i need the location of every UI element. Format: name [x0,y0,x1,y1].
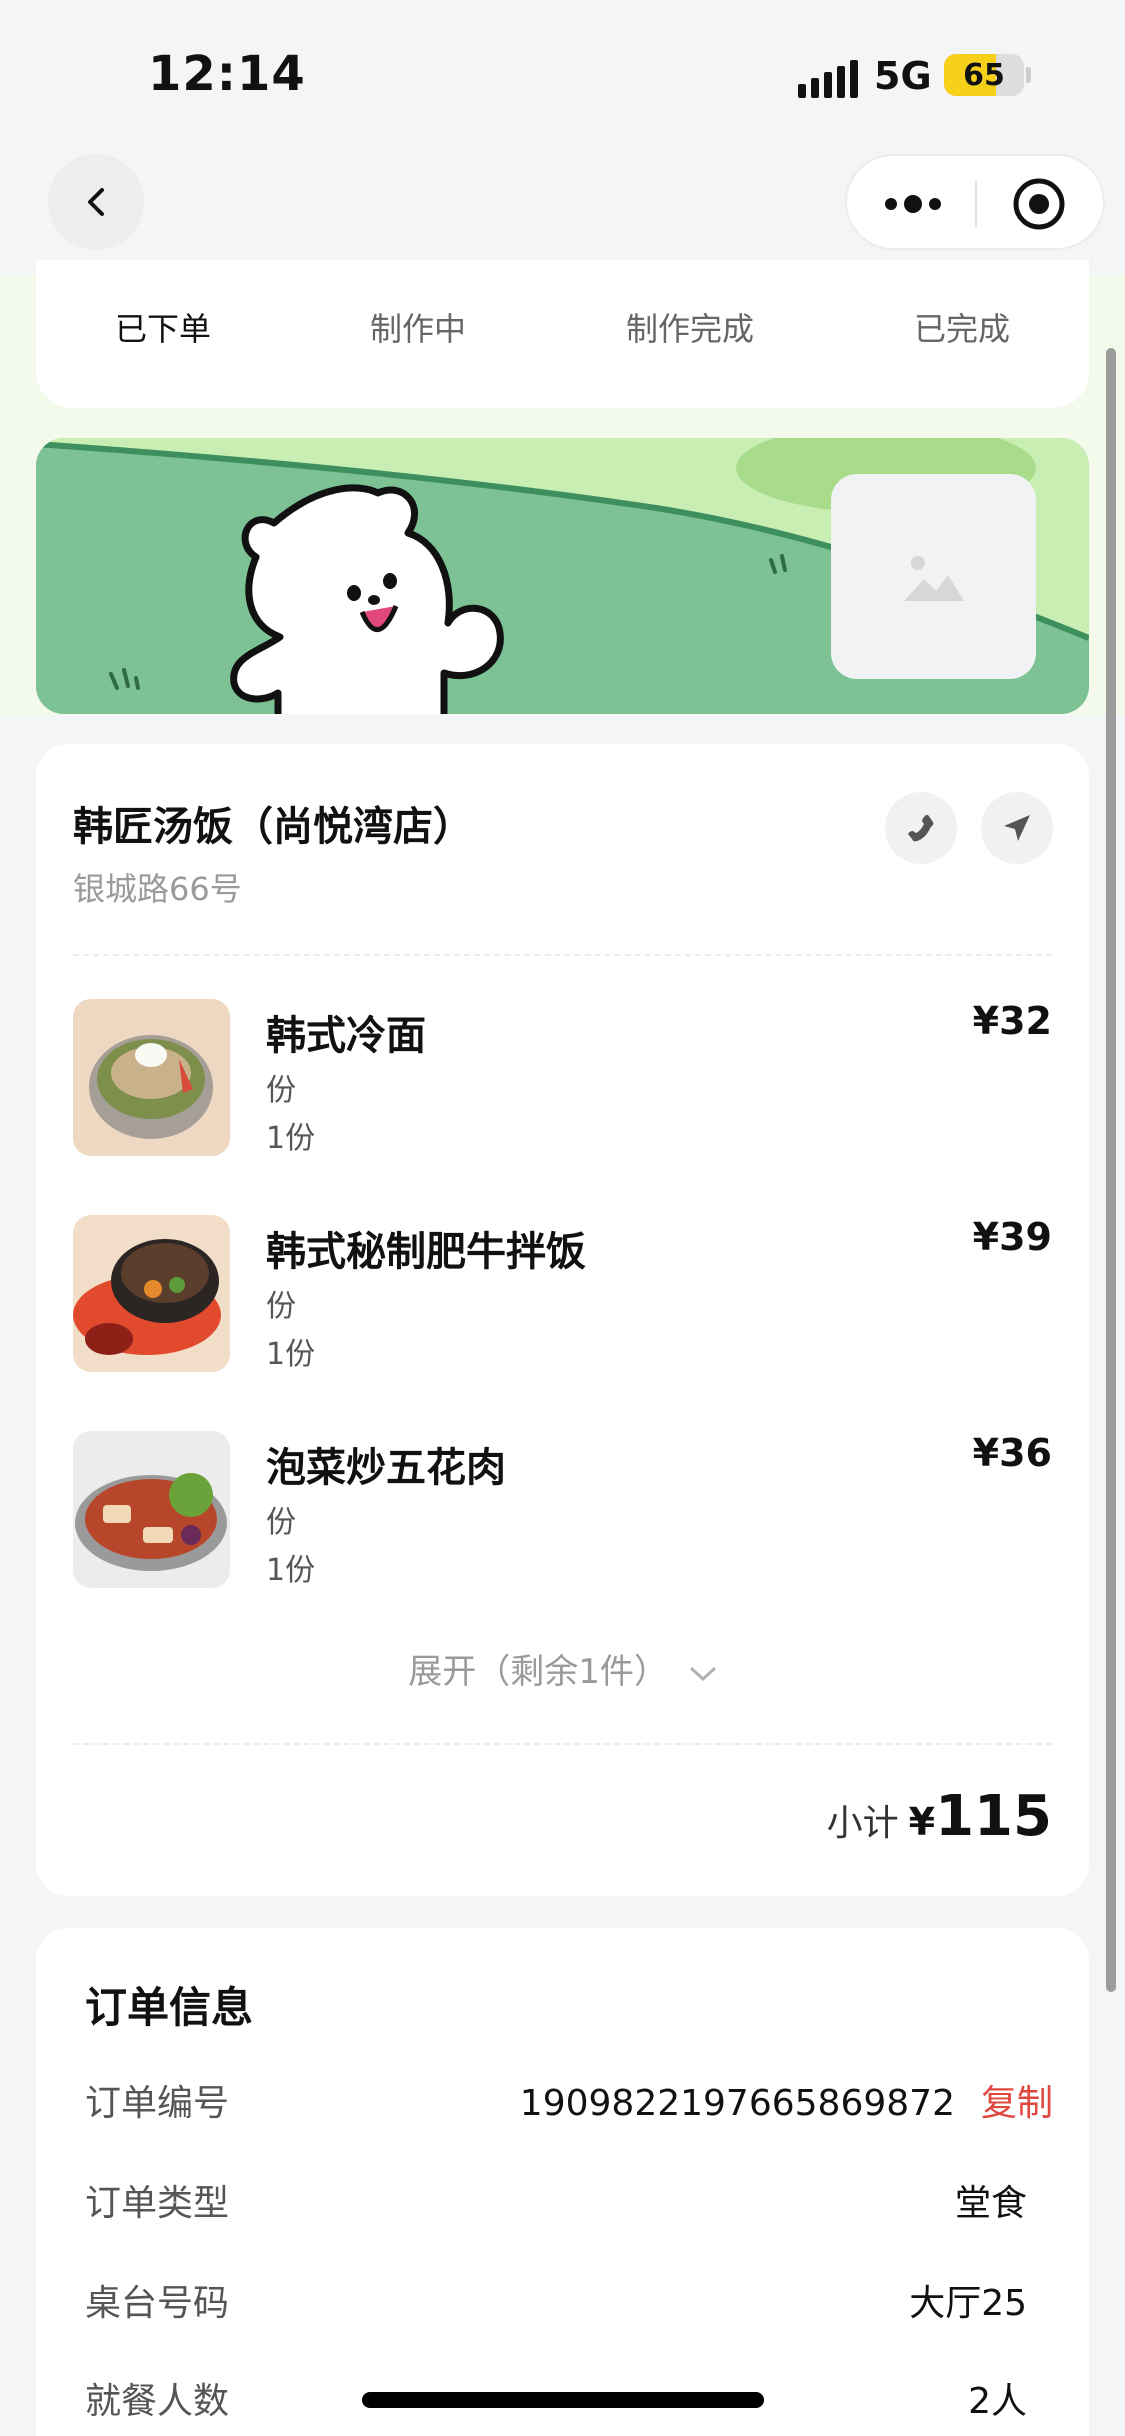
navigate-button[interactable] [981,792,1053,864]
back-icon [88,188,104,216]
navbar [0,150,1125,275]
item-price: ¥39 [972,1215,1052,1259]
item-quantity: 1份 [266,1553,316,1588]
image-placeholder [831,474,1036,679]
more-icon[interactable] [881,186,945,222]
signal-icon [798,60,858,98]
order-item: 韩式秘制肥牛拌饭 份 1份 ¥39 [73,1215,1052,1375]
network-type: 5G [874,54,932,98]
image-placeholder-icon [903,555,964,601]
info-label: 订单编号 [85,2083,230,2124]
item-quantity: 1份 [266,1337,316,1372]
info-label: 桌台号码 [85,2283,230,2324]
table-number: 大厅25 [909,2283,1027,2324]
battery-level: 65 [963,57,1005,93]
battery-cap [1026,67,1031,83]
item-spec: 份 [266,1073,296,1108]
subtotal-value: 115 [935,1784,1052,1849]
order-type-row: 订单类型 堂食 [85,2170,1053,2230]
item-spec: 份 [266,1505,296,1540]
item-name: 韩式冷面 [266,1013,426,1059]
item-image [73,999,230,1156]
chevron-down-icon [690,1667,716,1681]
back-button[interactable] [48,154,144,250]
item-quantity: 1份 [266,1121,316,1156]
expand-label: 展开（剩余1件） [408,1652,668,1692]
shop-card: 韩匠汤饭（尚悦湾店） 银城路66号 韩式冷面 份 1份 ¥32 韩式秘制肥牛拌饭… [36,744,1089,1896]
order-item: 泡菜炒五花肉 份 1份 ¥36 [73,1431,1052,1591]
order-item: 韩式冷面 份 1份 ¥32 [73,999,1052,1159]
subtotal-label: 小计 [826,1803,899,1844]
order-number-row: 订单编号 1909822197665869872 复制 [85,2070,1053,2130]
order-info-title: 订单信息 [85,1983,254,2032]
step-completed: 已完成 [913,310,1011,348]
guest-count: 2人 [968,2381,1027,2422]
copy-button[interactable]: 复制 [981,2083,1053,2124]
step-preparing: 制作中 [369,310,467,348]
expand-items-button[interactable]: 展开（剩余1件） [36,1644,1089,1693]
status-time: 12:14 [148,46,306,102]
order-number: 1909822197665869872 [519,2083,955,2124]
step-ready: 制作完成 [625,310,755,348]
item-name: 泡菜炒五花肉 [266,1445,506,1491]
order-info-card: 订单信息 订单编号 1909822197665869872 复制 订单类型 堂食 … [36,1928,1089,2436]
table-number-row: 桌台号码 大厅25 [85,2270,1053,2330]
navigate-icon [1004,815,1030,841]
home-indicator[interactable] [362,2392,764,2408]
item-image [73,1215,230,1372]
phone-icon [908,815,934,842]
subtotal: 小计 ¥ 115 [827,1784,1052,1849]
capsule-divider [975,180,977,228]
target-icon[interactable] [1011,176,1067,232]
currency-symbol: ¥ [908,1800,936,1844]
shop-name: 韩匠汤饭（尚悦湾店） [73,804,473,850]
item-name: 韩式秘制肥牛拌饭 [266,1229,586,1275]
scrollbar[interactable] [1106,348,1116,1992]
miniapp-capsule [845,154,1105,250]
divider [73,954,1052,956]
order-progress: 已下单 制作中 制作完成 已完成 [36,260,1089,408]
item-spec: 份 [266,1289,296,1324]
battery-icon: 65 [944,54,1024,96]
item-price: ¥36 [972,1431,1052,1475]
shop-address: 银城路66号 [73,870,242,908]
order-type: 堂食 [954,2183,1027,2224]
info-label: 订单类型 [85,2183,230,2224]
call-button[interactable] [885,792,957,864]
item-price: ¥32 [972,999,1052,1043]
status-bar: 12:14 5G 65 [0,0,1125,150]
step-ordered: 已下单 [114,310,212,348]
info-label: 就餐人数 [85,2381,230,2422]
divider [73,1743,1052,1745]
item-image [73,1431,230,1588]
promo-banner [36,438,1089,714]
